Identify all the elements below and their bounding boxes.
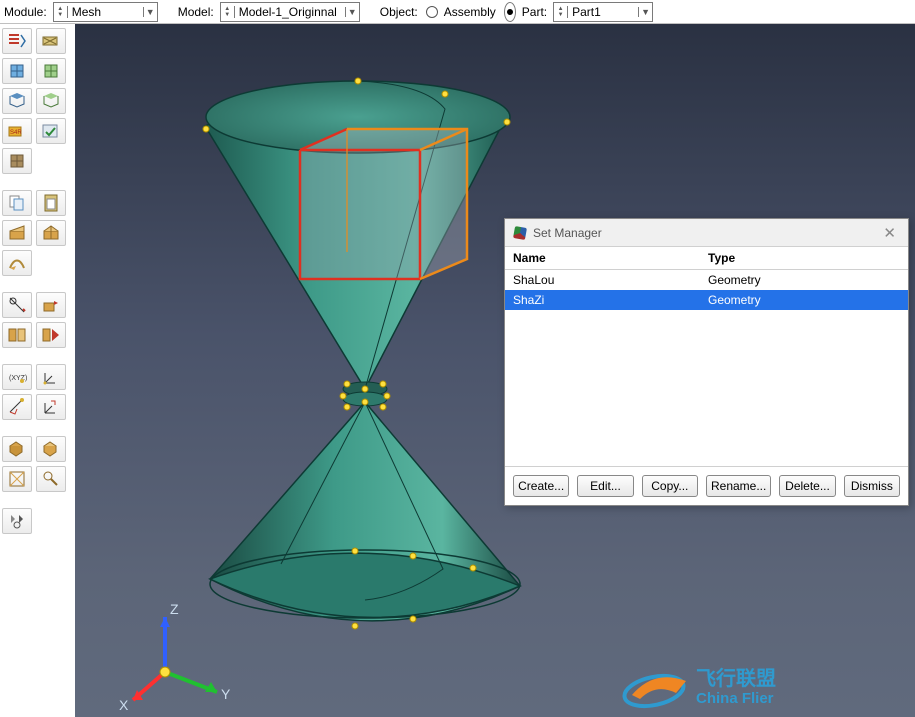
part-selector[interactable]: ▲▼ Part1 ▼ bbox=[553, 2, 653, 22]
create-button[interactable]: Create... bbox=[513, 475, 569, 497]
module-spinner-icon[interactable]: ▲▼ bbox=[54, 6, 68, 18]
orientation-triad: Z Y X bbox=[119, 601, 231, 713]
partition-face-icon[interactable] bbox=[2, 220, 32, 246]
mesh-part-icon[interactable] bbox=[2, 58, 32, 84]
object-label: Object: bbox=[380, 5, 418, 19]
part-radio[interactable] bbox=[504, 2, 516, 22]
module-value: Mesh bbox=[68, 5, 143, 19]
bottom-up-mesh-icon[interactable] bbox=[2, 148, 32, 174]
sketch-icon[interactable] bbox=[2, 466, 32, 492]
dialog-titlebar[interactable]: Set Manager ✕ bbox=[505, 219, 908, 247]
column-type-header[interactable]: Type bbox=[700, 247, 908, 269]
part-label: Part: bbox=[522, 5, 547, 19]
set-list[interactable]: Name Type ShaLou Geometry ShaZi Geometry bbox=[505, 247, 908, 467]
mesh-controls-s4r-icon[interactable]: S4R bbox=[2, 118, 32, 144]
rename-button[interactable]: Rename... bbox=[706, 475, 771, 497]
cell-name: ShaLou bbox=[505, 270, 700, 290]
tools-icon[interactable] bbox=[2, 508, 32, 534]
svg-text:Z: Z bbox=[170, 601, 179, 617]
repair-icon[interactable] bbox=[36, 466, 66, 492]
partition-cell-icon[interactable] bbox=[36, 220, 66, 246]
table-row[interactable]: ShaLou Geometry bbox=[505, 270, 908, 290]
assembly-label: Assembly bbox=[444, 5, 496, 19]
datum-plane-icon[interactable] bbox=[2, 394, 32, 420]
module-selector[interactable]: ▲▼ Mesh ▼ bbox=[53, 2, 158, 22]
model-value: Model-1_Originnal bbox=[235, 5, 345, 19]
merge-icon[interactable] bbox=[36, 322, 66, 348]
copy-button[interactable]: Copy... bbox=[642, 475, 698, 497]
model-selector[interactable]: ▲▼ Model-1_Originnal ▼ bbox=[220, 2, 360, 22]
cell-type: Geometry bbox=[700, 290, 908, 310]
datum-csys-icon[interactable] bbox=[36, 364, 66, 390]
datum-axis-icon[interactable] bbox=[36, 394, 66, 420]
mesh-region-icon[interactable] bbox=[36, 58, 66, 84]
chevron-down-icon[interactable]: ▼ bbox=[143, 7, 157, 17]
assign-mesh-controls-icon[interactable] bbox=[2, 88, 32, 114]
column-name-header[interactable]: Name bbox=[505, 247, 700, 269]
module-label: Module: bbox=[4, 5, 47, 19]
query-icon[interactable] bbox=[2, 292, 32, 318]
chevron-down-icon[interactable]: ▼ bbox=[638, 7, 652, 17]
swap-icon[interactable] bbox=[2, 322, 32, 348]
revolve-icon[interactable] bbox=[36, 436, 66, 462]
model-spinner-icon[interactable]: ▲▼ bbox=[221, 6, 235, 18]
cell-type: Geometry bbox=[700, 270, 908, 290]
seed-edges-icon[interactable] bbox=[36, 28, 66, 54]
chevron-down-icon[interactable]: ▼ bbox=[345, 7, 359, 17]
close-icon[interactable]: ✕ bbox=[879, 224, 900, 242]
dialog-title: Set Manager bbox=[533, 226, 602, 240]
dismiss-button[interactable]: Dismiss bbox=[844, 475, 900, 497]
app-icon bbox=[513, 226, 527, 240]
svg-text:Y: Y bbox=[221, 686, 231, 702]
paste-icon[interactable] bbox=[36, 190, 66, 216]
table-row[interactable]: ShaZi Geometry bbox=[505, 290, 908, 310]
cell-name: ShaZi bbox=[505, 290, 700, 310]
assign-element-type-icon[interactable] bbox=[36, 88, 66, 114]
set-manager-dialog[interactable]: Set Manager ✕ Name Type ShaLou Geometry … bbox=[504, 218, 909, 506]
part-spinner-icon[interactable]: ▲▼ bbox=[554, 6, 568, 18]
mesh-toolbox: S4R bbox=[0, 24, 75, 538]
svg-text:(XYZ): (XYZ) bbox=[9, 375, 27, 382]
assembly-radio[interactable] bbox=[426, 6, 438, 18]
verify-mesh-icon[interactable] bbox=[36, 118, 66, 144]
edit-icon[interactable] bbox=[36, 292, 66, 318]
cube-overlay bbox=[300, 129, 467, 279]
extrude-icon[interactable] bbox=[2, 436, 32, 462]
sweep-icon[interactable] bbox=[2, 250, 32, 276]
part-value: Part1 bbox=[568, 5, 638, 19]
edit-button[interactable]: Edit... bbox=[577, 475, 633, 497]
svg-text:S4R: S4R bbox=[10, 130, 22, 136]
copy-icon[interactable] bbox=[2, 190, 32, 216]
seed-part-icon[interactable] bbox=[2, 28, 32, 54]
delete-button[interactable]: Delete... bbox=[779, 475, 835, 497]
svg-text:X: X bbox=[119, 697, 129, 713]
model-label: Model: bbox=[178, 5, 214, 19]
datum-xyz-icon[interactable]: (XYZ) bbox=[2, 364, 32, 390]
